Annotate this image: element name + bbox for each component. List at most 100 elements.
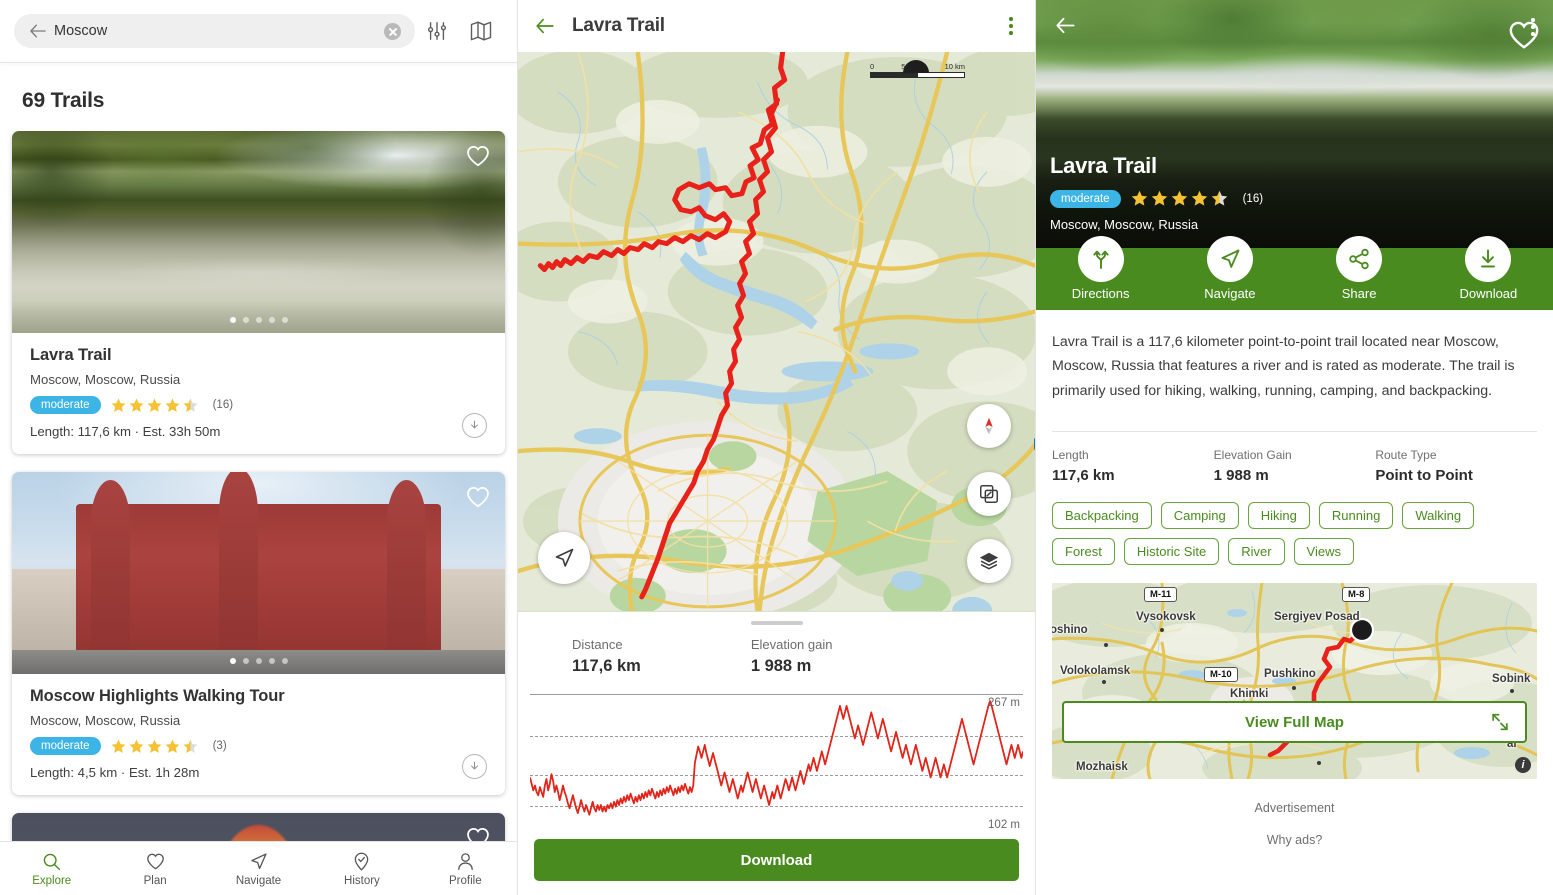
list-item[interactable]: Moscow Highlights Walking Tour Moscow, M… (12, 472, 505, 795)
fact-value: 1 988 m (1213, 467, 1269, 485)
trail-photo[interactable] (12, 131, 505, 333)
tag-chip[interactable]: Historic Site (1123, 538, 1220, 566)
view-full-map-button[interactable]: View Full Map (1062, 701, 1527, 744)
star-icon (129, 398, 144, 412)
tag-chip[interactable]: Hiking (1247, 502, 1310, 530)
star-icon (147, 739, 162, 753)
share-button[interactable]: Share (1295, 236, 1424, 310)
list-item-meta: Length: 117,6 km · Est. 33h 50m (30, 424, 221, 439)
download-action-button[interactable]: Download (1424, 236, 1553, 310)
tag-chip[interactable]: Views (1293, 538, 1354, 566)
nav-item-explore[interactable]: Explore (0, 851, 103, 887)
star-icon (129, 739, 144, 753)
nav-item-profile[interactable]: Profile (414, 851, 517, 887)
map-view-button[interactable] (459, 9, 503, 53)
status-badge: moderate (30, 396, 101, 414)
fact-label: Length (1052, 448, 1089, 463)
search-input[interactable]: Moscow (14, 14, 415, 48)
trail-detail-panel: Lavra Trail moderate (16) Moscow, Moscow… (1036, 0, 1553, 895)
favorite-heart-icon[interactable] (1507, 18, 1541, 52)
tag-chip[interactable]: River (1228, 538, 1285, 566)
detail-header: Lavra Trail (518, 0, 1035, 52)
elevation-max-label: 267 m (988, 697, 1020, 709)
advertisement-label: Advertisement (1254, 801, 1335, 816)
nav-label: Plan (143, 874, 167, 887)
star-icon (1191, 190, 1207, 206)
tag-chip[interactable]: Forest (1052, 538, 1115, 566)
download-bar: Download (518, 831, 1035, 895)
navigate-arrow-icon (251, 852, 267, 869)
status-badge: moderate (1050, 189, 1121, 208)
tag-chip[interactable]: Backpacking (1052, 502, 1152, 530)
filter-sliders-icon (427, 22, 447, 40)
directions-button[interactable]: Directions (1036, 236, 1165, 310)
nav-item-plan[interactable]: Plan (103, 851, 206, 887)
trail-facts: Length 117,6 km Elevation Gain 1 988 m R… (1036, 432, 1553, 484)
star-rating (110, 397, 199, 414)
trail-photo[interactable] (12, 472, 505, 674)
view-full-map-label: View Full Map (1245, 713, 1344, 731)
back-arrow-icon[interactable] (1054, 14, 1077, 37)
carousel-dots[interactable] (12, 658, 505, 664)
list-item[interactable]: Lavra Trail Moscow, Moscow, Russia moder… (12, 131, 505, 454)
compass-button[interactable] (967, 404, 1011, 448)
download-button[interactable]: Download (534, 839, 1019, 881)
map-canvas (518, 52, 1035, 611)
action-label: Share (1341, 286, 1377, 301)
list-item-title: Moscow Highlights Walking Tour (30, 687, 285, 705)
nav-item-navigate[interactable]: Navigate (207, 851, 310, 887)
tag-chip[interactable]: Walking (1402, 502, 1475, 530)
navigate-arrow-icon (1206, 236, 1253, 282)
navigate-button[interactable]: Navigate (1165, 236, 1294, 310)
star-icon (1171, 190, 1187, 206)
filter-button[interactable] (415, 9, 459, 53)
elevation-min-label: 102 m (988, 819, 1020, 831)
back-arrow-icon[interactable] (534, 15, 556, 37)
results-heading: 69 Trails (22, 89, 105, 112)
star-icon (147, 398, 162, 412)
search-query-text: Moscow (54, 23, 108, 39)
overview-map[interactable]: oshino Vysokovsk Sergiyev Posad Volokola… (1052, 583, 1537, 780)
hero-photo[interactable]: Lavra Trail moderate (16) Moscow, Moscow… (1036, 0, 1553, 248)
back-arrow-icon[interactable] (28, 21, 48, 41)
star-icon (111, 398, 126, 412)
layers-icon (979, 552, 999, 570)
star-icon (1211, 190, 1227, 206)
why-ads-link[interactable]: Why ads? (1036, 833, 1553, 847)
status-badge: moderate (30, 737, 101, 755)
nav-item-history[interactable]: History (310, 851, 413, 887)
trail-cards-scroll[interactable]: Lavra Trail Moscow, Moscow, Russia moder… (0, 131, 517, 895)
compare-button[interactable] (967, 472, 1011, 516)
directions-fork-icon (1077, 236, 1124, 282)
trail-card-body: Lavra Trail Moscow, Moscow, Russia moder… (12, 333, 505, 454)
list-item-rating-row: moderate (16) (30, 396, 487, 414)
tag-chip[interactable]: Running (1318, 502, 1394, 530)
check-pin-icon (355, 852, 369, 871)
heart-icon[interactable] (465, 484, 491, 510)
trail-description: Lavra Trail is a 117,6 kilometer point-t… (1052, 334, 1515, 399)
map-layers-button[interactable] (967, 539, 1011, 583)
clear-icon[interactable] (384, 22, 401, 40)
star-icon (183, 739, 198, 753)
download-icon[interactable] (462, 413, 487, 438)
locate-me-button[interactable] (538, 532, 590, 584)
star-icon (183, 398, 198, 412)
star-icon (1151, 190, 1167, 206)
trail-map[interactable]: Yakhroma Dedenevo Khotkovo Спас-Торбеево… (518, 52, 1035, 612)
map-icon (470, 21, 492, 41)
trail-tags: Backpacking Camping Hiking Running Walki… (1036, 484, 1553, 566)
download-icon[interactable] (462, 754, 487, 779)
star-icon (111, 739, 126, 753)
fact-value: 117,6 km (1052, 467, 1115, 485)
tag-chip[interactable]: Camping (1160, 502, 1239, 530)
page-title: Lavra Trail (1050, 153, 1157, 178)
review-count: (16) (212, 399, 234, 411)
trail-location: Moscow, Moscow, Russia (1050, 217, 1199, 232)
heart-icon[interactable] (465, 143, 491, 169)
hero-top-bar (1054, 14, 1539, 40)
expand-icon (1492, 714, 1508, 731)
star-rating (1130, 189, 1229, 208)
carousel-dots[interactable] (12, 317, 505, 323)
kebab-menu-icon[interactable] (1003, 11, 1019, 40)
nav-label: History (344, 874, 380, 887)
